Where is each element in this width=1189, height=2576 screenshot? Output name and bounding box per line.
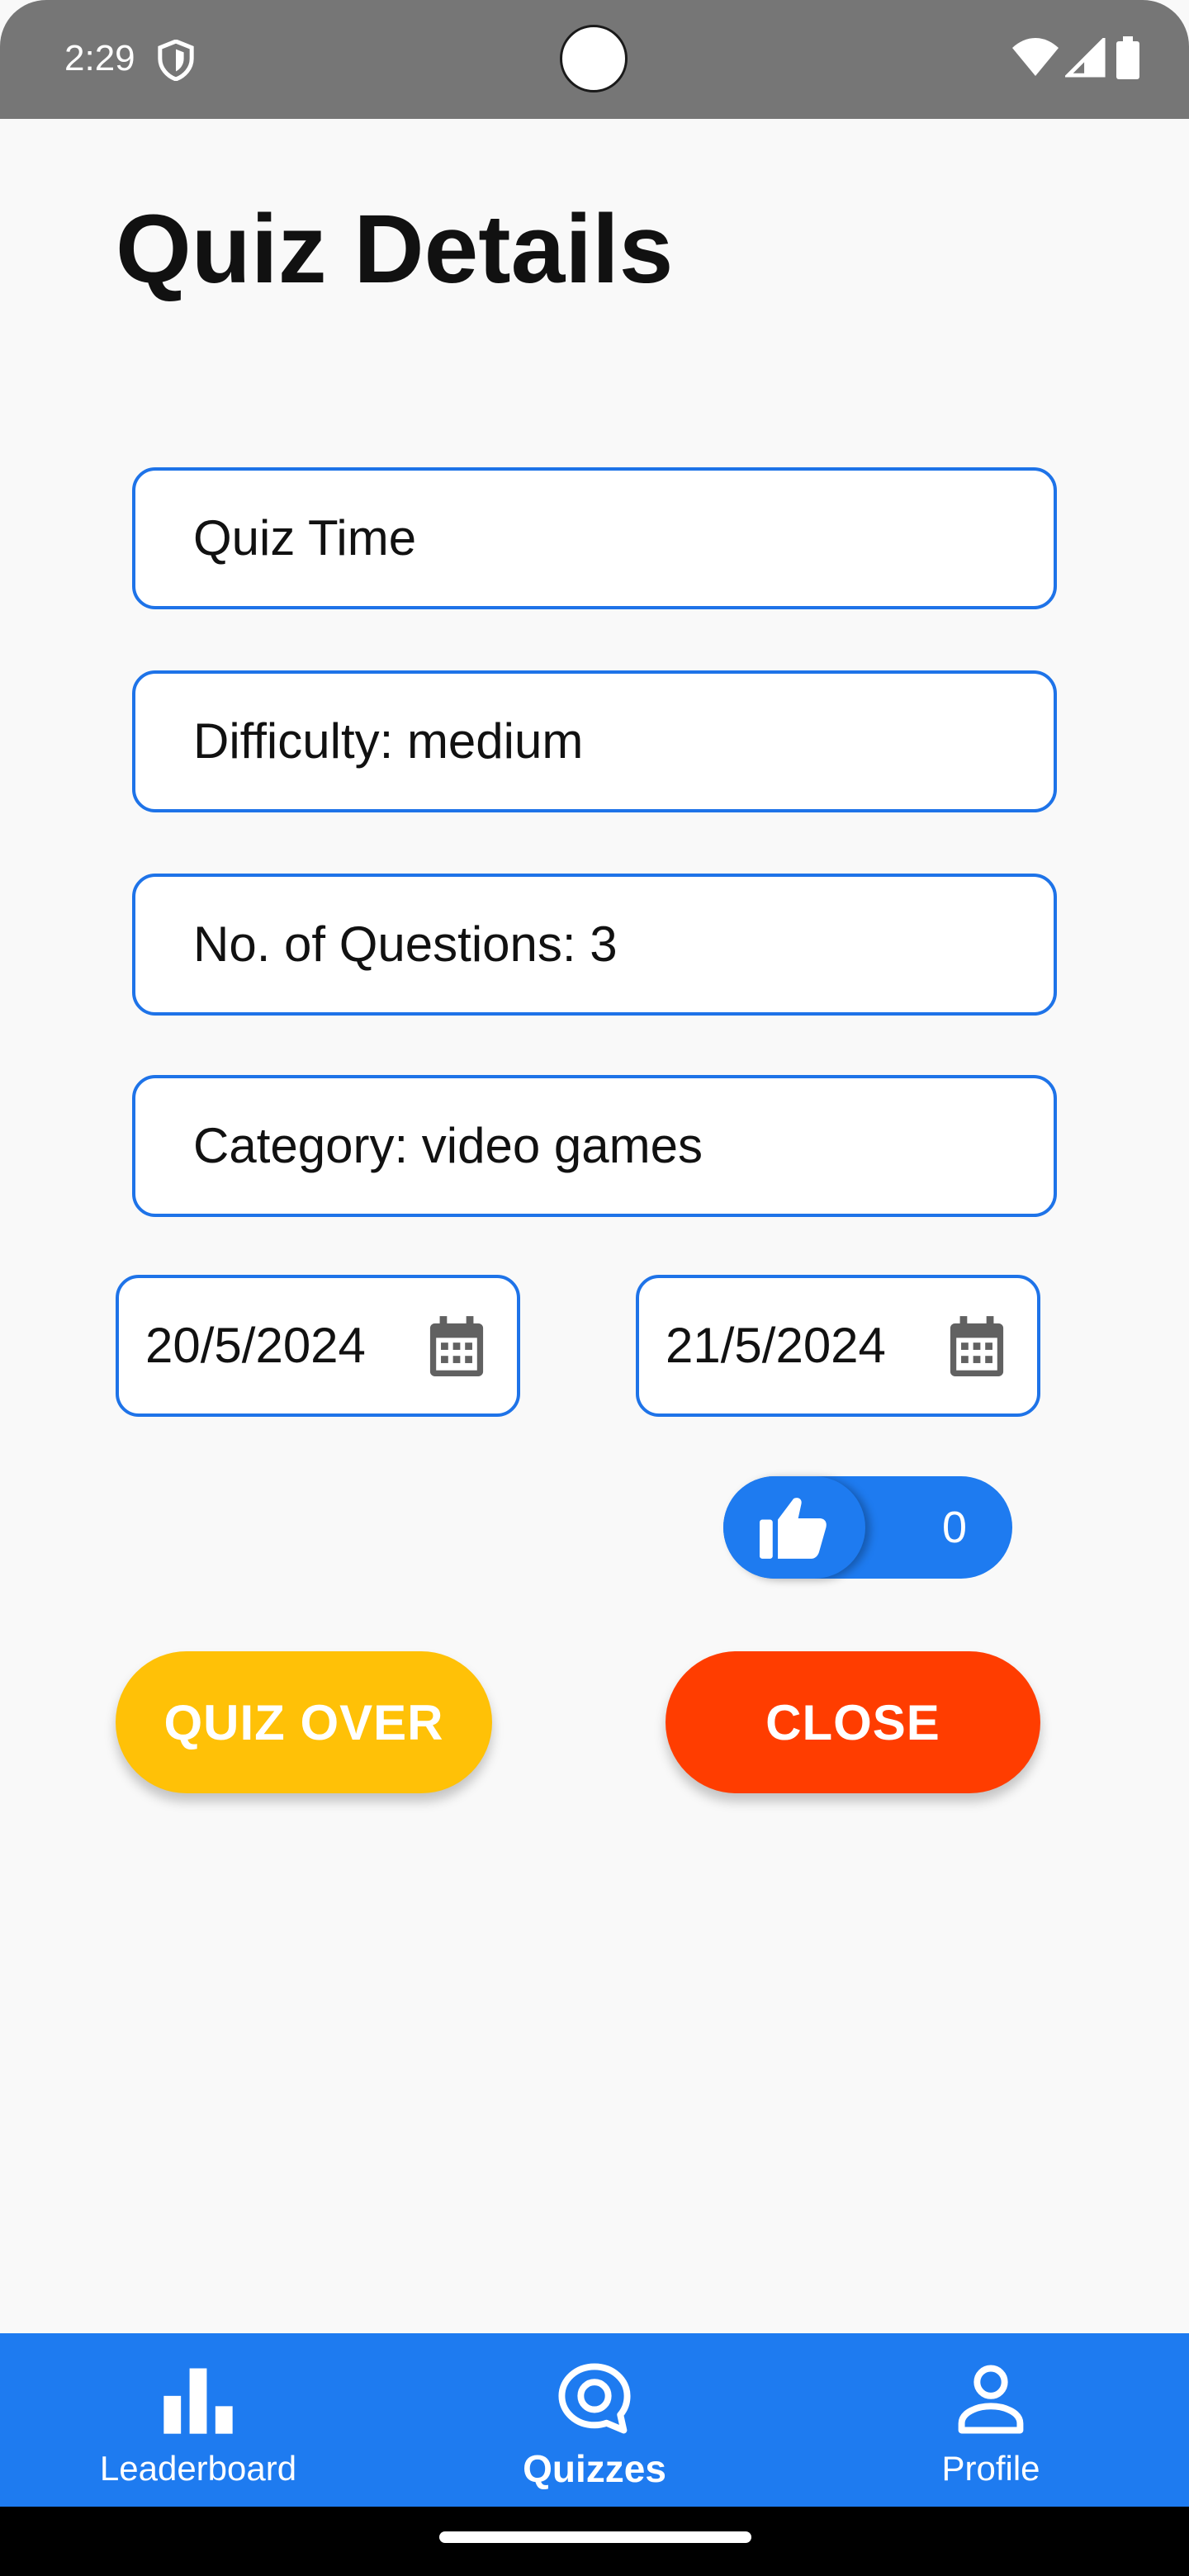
nav-label-quizzes: Quizzes [523,2447,666,2490]
gesture-bar [0,2507,1189,2576]
difficulty-field[interactable]: Difficulty: medium [132,670,1057,812]
bottom-nav: Leaderboard Quizzes Profile [0,2333,1189,2507]
category-field[interactable]: Category: video games [132,1075,1057,1217]
quiz-over-button[interactable]: QUIZ OVER [116,1651,492,1793]
thumbs-up-icon [760,1498,827,1559]
quiz-name-field[interactable]: Quiz Time [132,467,1057,609]
nav-item-leaderboard[interactable]: Leaderboard [50,2333,347,2507]
page-title: Quiz Details [116,195,674,304]
start-date-field[interactable]: 20/5/2024 [116,1275,520,1417]
nav-item-profile[interactable]: Profile [842,2333,1139,2507]
battery-icon [1116,36,1139,79]
calendar-icon[interactable] [948,1316,1006,1379]
nav-item-quizzes[interactable]: Quizzes [446,2333,743,2507]
close-button[interactable]: CLOSE [666,1651,1040,1793]
end-date-field[interactable]: 21/5/2024 [636,1275,1040,1417]
questions-count-field[interactable]: No. of Questions: 3 [132,874,1057,1016]
status-bar: 2:29 [0,0,1189,119]
home-gesture-handle[interactable] [439,2531,751,2543]
like-count: 0 [941,1503,968,1552]
end-date-text: 21/5/2024 [666,1318,886,1373]
signal-icon [1065,38,1106,78]
person-icon [958,2365,1024,2434]
bar-chart-icon [163,2368,233,2434]
start-date-text: 20/5/2024 [145,1318,366,1373]
chat-bubble-icon [558,2363,631,2434]
calendar-icon[interactable] [428,1316,486,1379]
status-time: 2:29 [64,38,135,78]
wifi-icon [1012,38,1059,76]
camera-cutout [560,25,628,92]
nav-label-profile: Profile [941,2449,1040,2488]
like-button[interactable] [723,1476,865,1579]
shield-icon [158,40,194,81]
nav-label-leaderboard: Leaderboard [99,2449,297,2488]
like-toggle[interactable]: 0 [723,1476,1012,1579]
